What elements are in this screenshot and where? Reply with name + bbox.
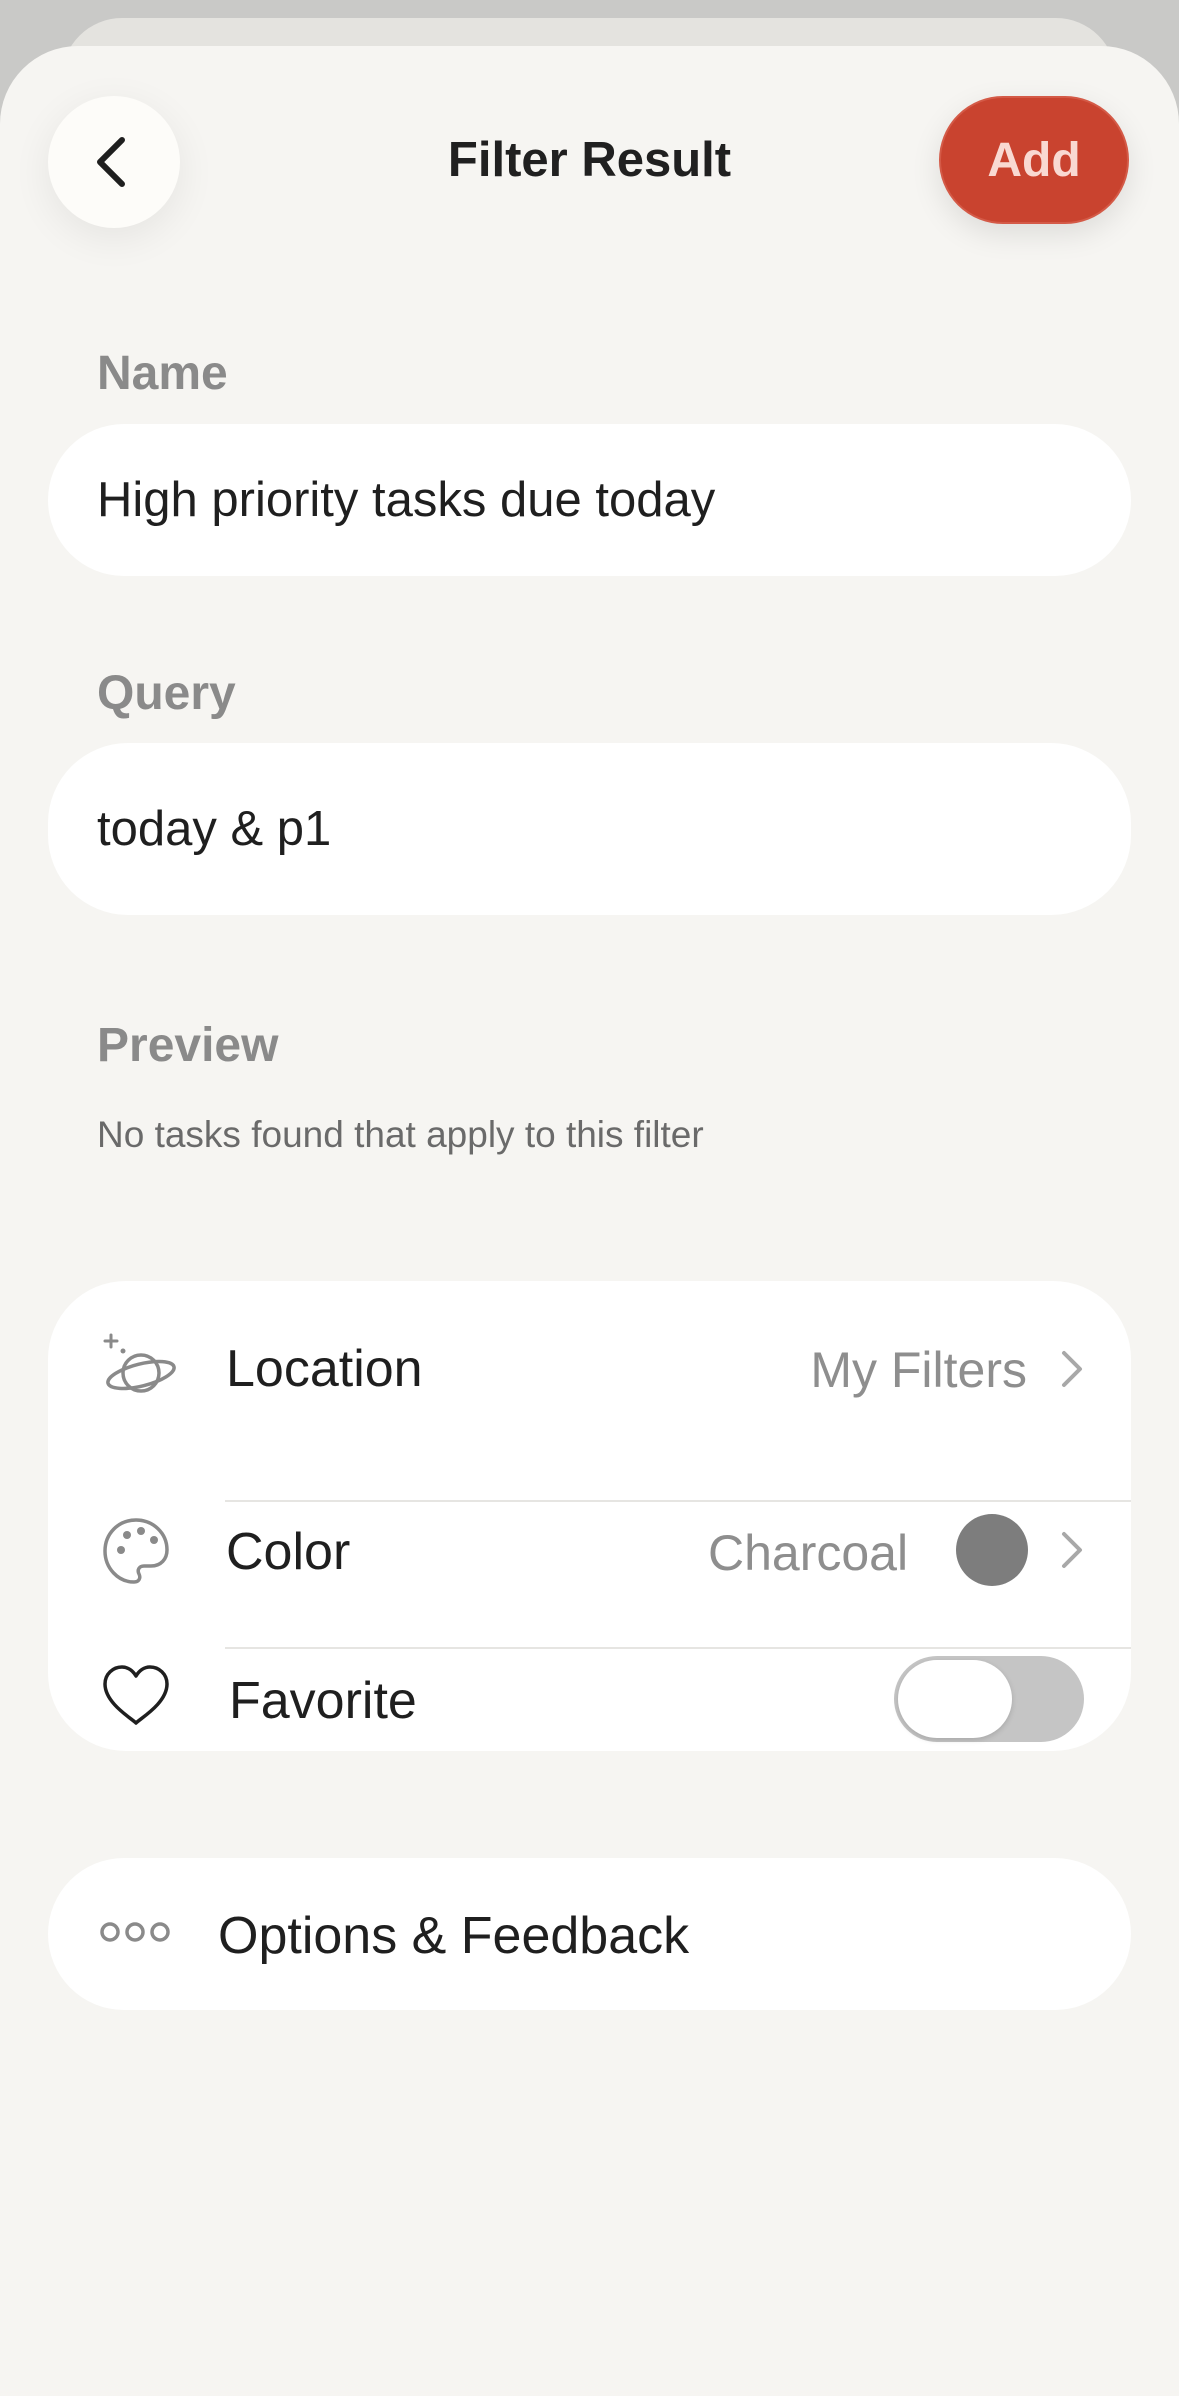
location-row[interactable]: Location My Filters xyxy=(48,1281,1131,1456)
favorite-row: Favorite xyxy=(48,1649,1131,1751)
color-row[interactable]: Color Charcoal xyxy=(48,1502,1131,1602)
preview-label: Preview xyxy=(97,1019,279,1072)
toggle-knob xyxy=(898,1660,1012,1738)
color-swatch xyxy=(956,1514,1028,1586)
query-input[interactable]: today & p1 xyxy=(48,743,1131,915)
settings-card: Location My Filters Color Charcoal Favor… xyxy=(48,1281,1131,1751)
favorite-toggle[interactable] xyxy=(894,1656,1084,1742)
location-value: My Filters xyxy=(810,1342,1027,1398)
query-label: Query xyxy=(97,667,236,720)
location-label: Location xyxy=(226,1340,423,1398)
more-dots-icon xyxy=(100,1922,170,1942)
color-label: Color xyxy=(226,1523,351,1581)
heart-icon xyxy=(103,1665,169,1725)
header: Filter Result Add xyxy=(0,46,1179,296)
favorite-label: Favorite xyxy=(229,1672,417,1730)
options-feedback-button[interactable]: Options & Feedback xyxy=(48,1858,1131,2010)
chevron-right-icon xyxy=(1062,1351,1082,1387)
name-input[interactable]: High priority tasks due today xyxy=(48,424,1131,576)
add-button[interactable]: Add xyxy=(939,96,1129,224)
color-value: Charcoal xyxy=(708,1525,909,1581)
planet-icon xyxy=(103,1333,176,1393)
name-label: Name xyxy=(97,347,228,400)
filter-sheet: Filter Result Add Name High priority tas… xyxy=(0,46,1179,2396)
options-feedback-label: Options & Feedback xyxy=(218,1907,690,1965)
preview-empty-message: No tasks found that apply to this filter xyxy=(97,1114,704,1155)
chevron-right-icon xyxy=(1062,1532,1082,1568)
palette-icon xyxy=(103,1518,169,1584)
